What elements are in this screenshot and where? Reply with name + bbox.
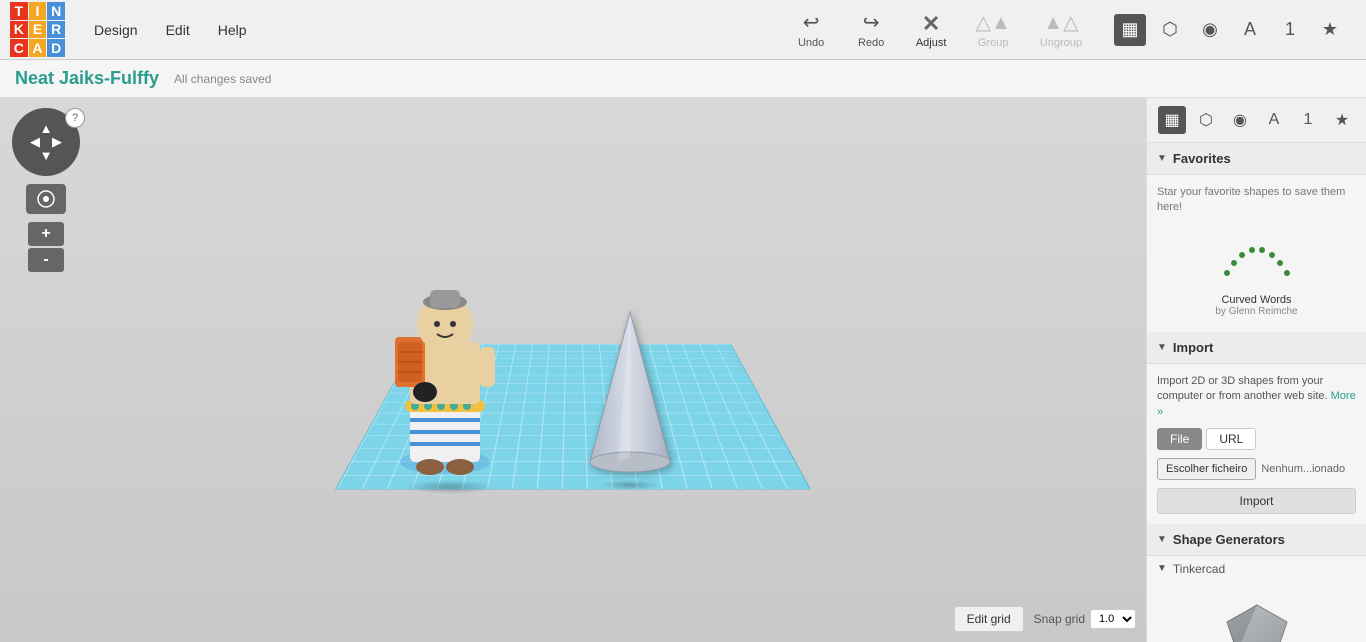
logo-cell-i: I bbox=[29, 2, 47, 20]
file-name-display: Nenhum...ionado bbox=[1261, 463, 1356, 475]
favorites-description: Star your favorite shapes to save them h… bbox=[1157, 185, 1356, 216]
help-button[interactable]: ? bbox=[65, 108, 85, 128]
curved-words-author: by Glenn Reimche bbox=[1215, 306, 1297, 317]
import-label: Import bbox=[1173, 340, 1213, 355]
group-icon: △▲ bbox=[976, 10, 1011, 35]
logo-cell-e: E bbox=[29, 21, 47, 39]
adjust-label: Adjust bbox=[916, 37, 947, 49]
import-content: Import 2D or 3D shapes from your compute… bbox=[1147, 364, 1366, 524]
polygon-preview bbox=[1222, 595, 1292, 642]
curved-words-item[interactable]: Curved Words by Glenn Reimche bbox=[1157, 226, 1356, 322]
import-description: Import 2D or 3D shapes from your compute… bbox=[1157, 374, 1356, 420]
panel-collapse-button[interactable]: › bbox=[1146, 350, 1147, 390]
nav-edit[interactable]: Edit bbox=[152, 14, 204, 46]
right-icons-bar: ▦ ⬡ ◉ A 1 ★ bbox=[1114, 14, 1356, 46]
choose-file-row: Escolher ficheiro Nenhum...ionado bbox=[1157, 458, 1356, 480]
logo-cell-c: C bbox=[10, 39, 28, 57]
wire-globe-icon[interactable]: ◉ bbox=[1226, 106, 1254, 134]
save-status: All changes saved bbox=[174, 72, 271, 86]
letter-a-icon[interactable]: A bbox=[1260, 106, 1288, 134]
logo-cell-t: T bbox=[10, 2, 28, 20]
globe-icon[interactable]: ◉ bbox=[1194, 14, 1226, 46]
character-object[interactable] bbox=[380, 252, 510, 487]
snap-grid-control: Snap grid 1.0 0.5 2.0 bbox=[1034, 609, 1136, 629]
curved-words-name: Curved Words bbox=[1221, 294, 1291, 306]
character-shadow bbox=[405, 480, 495, 494]
number-1-icon[interactable]: 1 bbox=[1294, 106, 1322, 134]
tinkercad-subsection-label: Tinkercad bbox=[1173, 562, 1225, 576]
undo-icon: ↩ bbox=[803, 10, 820, 35]
app-logo[interactable]: T I N K E R C A D bbox=[10, 2, 65, 57]
snap-grid-label: Snap grid bbox=[1034, 612, 1085, 626]
right-panel: › ▦ ⬡ ◉ A 1 ★ ▼ Favorites Star your favo… bbox=[1146, 98, 1366, 642]
toolbar-actions: ↩ Undo ↪ Redo ✕ Adjust △▲ Group ▲△ Ungro… bbox=[784, 5, 1094, 54]
project-bar: Neat Jaiks-Fulffy All changes saved bbox=[0, 60, 1366, 98]
polygon-item[interactable]: Polygon by Tinkercad - Pe... bbox=[1157, 590, 1356, 642]
polygon-item-container: Polygon by Tinkercad - Pe... bbox=[1147, 582, 1366, 642]
grid-view-toggle[interactable]: ▦ bbox=[1114, 14, 1146, 46]
ungroup-button[interactable]: ▲△ Ungroup bbox=[1028, 5, 1094, 54]
logo-cell-a: A bbox=[29, 39, 47, 57]
favorites-label: Favorites bbox=[1173, 151, 1231, 166]
snap-grid-select[interactable]: 1.0 0.5 2.0 bbox=[1090, 609, 1136, 629]
undo-button[interactable]: ↩ Undo bbox=[784, 5, 839, 54]
cone-object[interactable] bbox=[580, 307, 680, 482]
shape-generators-label: Shape Generators bbox=[1173, 532, 1285, 547]
import-tab-url[interactable]: URL bbox=[1206, 428, 1256, 450]
star-fav-icon[interactable]: ★ bbox=[1328, 106, 1356, 134]
import-desc-text: Import 2D or 3D shapes from your compute… bbox=[1157, 375, 1328, 402]
cube-view-icon[interactable]: ⬡ bbox=[1154, 14, 1186, 46]
favorites-content: Star your favorite shapes to save them h… bbox=[1147, 175, 1366, 332]
grid-shapes-icon[interactable]: ▦ bbox=[1158, 106, 1186, 134]
tinkercad-arrow-icon: ▼ bbox=[1157, 563, 1167, 574]
nav-design[interactable]: Design bbox=[80, 14, 152, 46]
redo-button[interactable]: ↪ Redo bbox=[844, 5, 899, 54]
import-button[interactable]: Import bbox=[1157, 488, 1356, 514]
import-arrow-icon: ▼ bbox=[1157, 342, 1167, 353]
view-button[interactable] bbox=[26, 184, 66, 214]
redo-icon: ↪ bbox=[863, 10, 880, 35]
logo-cell-d: D bbox=[47, 39, 65, 57]
canvas-area[interactable]: ▲ ◀ ▶ ▼ ? bbox=[0, 98, 1146, 642]
nav-menu: Design Edit Help bbox=[80, 14, 261, 46]
curved-words-preview bbox=[1217, 231, 1297, 291]
zoom-controls: + - bbox=[28, 222, 64, 272]
ungroup-label: Ungroup bbox=[1040, 37, 1082, 49]
bottom-toolbar: Edit grid Snap grid 1.0 0.5 2.0 bbox=[954, 606, 1136, 632]
logo-cell-r: R bbox=[47, 21, 65, 39]
project-name[interactable]: Neat Jaiks-Fulffy bbox=[15, 68, 159, 89]
shape-generators-arrow-icon: ▼ bbox=[1157, 534, 1167, 545]
nav-help[interactable]: Help bbox=[204, 14, 261, 46]
redo-label: Redo bbox=[858, 37, 884, 49]
solid-cube-icon[interactable]: ⬡ bbox=[1192, 106, 1220, 134]
favorites-section-header[interactable]: ▼ Favorites bbox=[1147, 143, 1366, 175]
star-icon[interactable]: ★ bbox=[1314, 14, 1346, 46]
viewport[interactable]: ▲ ◀ ▶ ▼ ? bbox=[0, 98, 1146, 642]
zoom-in-button[interactable]: + bbox=[28, 222, 64, 246]
shape-generators-section-header[interactable]: ▼ Shape Generators bbox=[1147, 524, 1366, 556]
import-section-header[interactable]: ▼ Import bbox=[1147, 332, 1366, 364]
logo-cell-k: K bbox=[10, 21, 28, 39]
main-content: ▲ ◀ ▶ ▼ ? bbox=[0, 98, 1366, 642]
adjust-icon: ✕ bbox=[922, 11, 940, 37]
import-tab-file[interactable]: File bbox=[1157, 428, 1202, 450]
undo-label: Undo bbox=[798, 37, 824, 49]
adjust-button[interactable]: ✕ Adjust bbox=[904, 6, 959, 54]
tinkercad-subsection[interactable]: ▼ Tinkercad bbox=[1147, 556, 1366, 582]
logo-cell-n: N bbox=[47, 2, 65, 20]
favorites-arrow-icon: ▼ bbox=[1157, 153, 1167, 164]
zoom-out-button[interactable]: - bbox=[28, 248, 64, 272]
group-button[interactable]: △▲ Group bbox=[964, 5, 1023, 54]
edit-grid-button[interactable]: Edit grid bbox=[954, 606, 1024, 632]
group-label: Group bbox=[978, 37, 1009, 49]
panel-icons-row: ▦ ⬡ ◉ A 1 ★ bbox=[1147, 98, 1366, 143]
number-icon[interactable]: 1 bbox=[1274, 14, 1306, 46]
choose-file-button[interactable]: Escolher ficheiro bbox=[1157, 458, 1256, 480]
ungroup-icon: ▲△ bbox=[1043, 10, 1078, 35]
import-tabs: File URL bbox=[1157, 428, 1356, 450]
top-bar: T I N K E R C A D Design Edit Help ↩ Und… bbox=[0, 0, 1366, 60]
text-icon[interactable]: A bbox=[1234, 14, 1266, 46]
